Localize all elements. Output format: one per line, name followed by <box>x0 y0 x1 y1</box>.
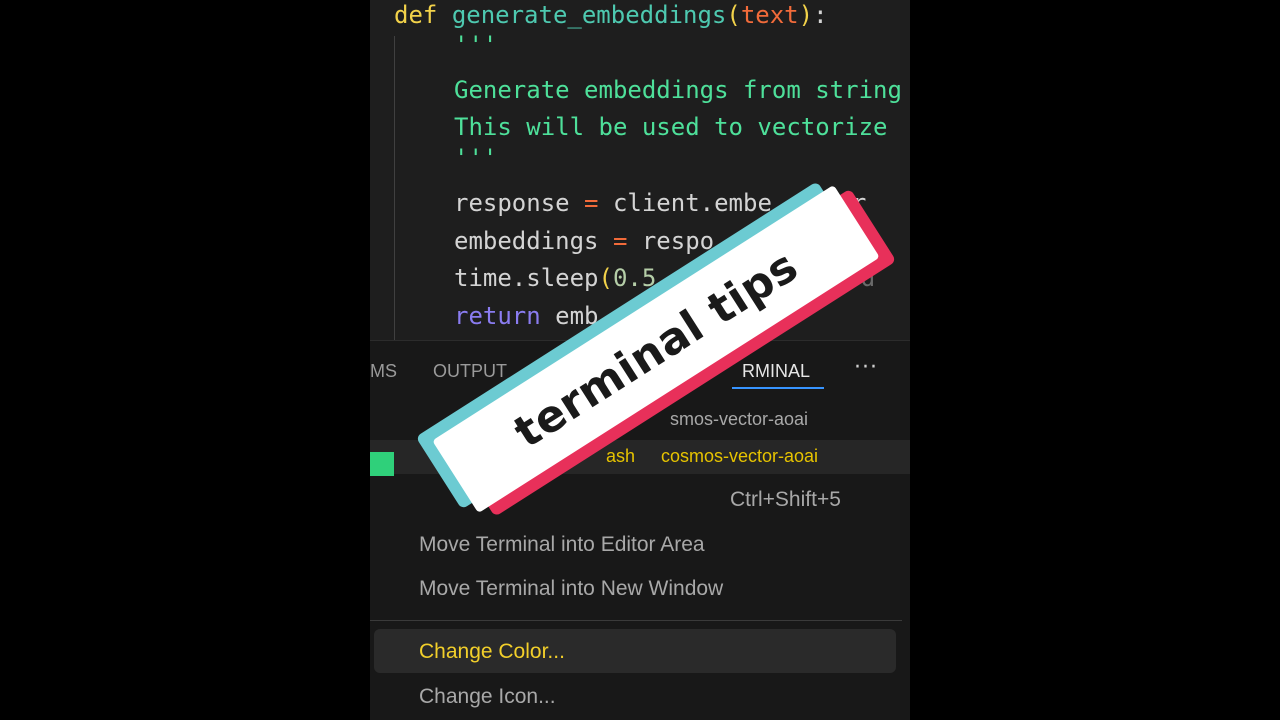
terminal-name: ash <box>606 446 636 466</box>
split-terminal-shortcut: Ctrl+Shift+5 <box>730 488 841 511</box>
colon: : <box>813 1 828 29</box>
terminal-status-icon <box>370 452 394 476</box>
code-line-embeddings: embeddings = respo <box>454 226 714 256</box>
paren: ( <box>598 264 613 292</box>
docstring-open: ''' <box>454 31 498 59</box>
param: text <box>740 1 799 29</box>
keyword-def: def <box>394 1 438 29</box>
docstring-line-1: Generate embeddings from string <box>454 76 902 104</box>
code-token: respo <box>627 227 715 255</box>
menu-item-change-color[interactable]: Change Color... <box>419 640 565 664</box>
function-name: generate_embeddings <box>451 1 727 29</box>
code-token: time.sleep <box>454 264 599 292</box>
code-token: client.embe <box>598 189 772 217</box>
more-actions-icon[interactable]: ··· <box>854 355 878 380</box>
tab-problems[interactable]: MS <box>370 361 397 382</box>
active-tab-indicator <box>732 387 824 389</box>
menu-item-change-icon[interactable]: Change Icon... <box>419 685 556 709</box>
menu-item-move-window[interactable]: Move Terminal into New Window <box>419 577 723 601</box>
tab-output[interactable]: OUTPUT <box>433 361 507 382</box>
code-token: response <box>454 189 585 217</box>
docstring-line-2: This will be used to vectorize <box>454 113 888 141</box>
paren: ( <box>726 1 741 29</box>
code-line-return: return emb <box>454 301 599 331</box>
terminal-folder: smos-vector-aoai <box>670 409 809 429</box>
menu-item-move-editor[interactable]: Move Terminal into Editor Area <box>419 533 705 557</box>
keyword-return: return <box>454 302 541 330</box>
paren: ) <box>798 1 814 29</box>
operator: = <box>612 227 628 255</box>
docstring-close: ''' <box>454 144 498 172</box>
code-token: embeddings <box>454 227 613 255</box>
code-line-def: def generate_embeddings(text): <box>394 0 828 30</box>
tab-terminal[interactable]: RMINAL <box>742 361 810 382</box>
indent-guide <box>394 36 395 340</box>
menu-divider <box>370 620 902 621</box>
operator: = <box>584 189 599 217</box>
terminal-folder: cosmos-vector-aoai <box>661 446 819 466</box>
